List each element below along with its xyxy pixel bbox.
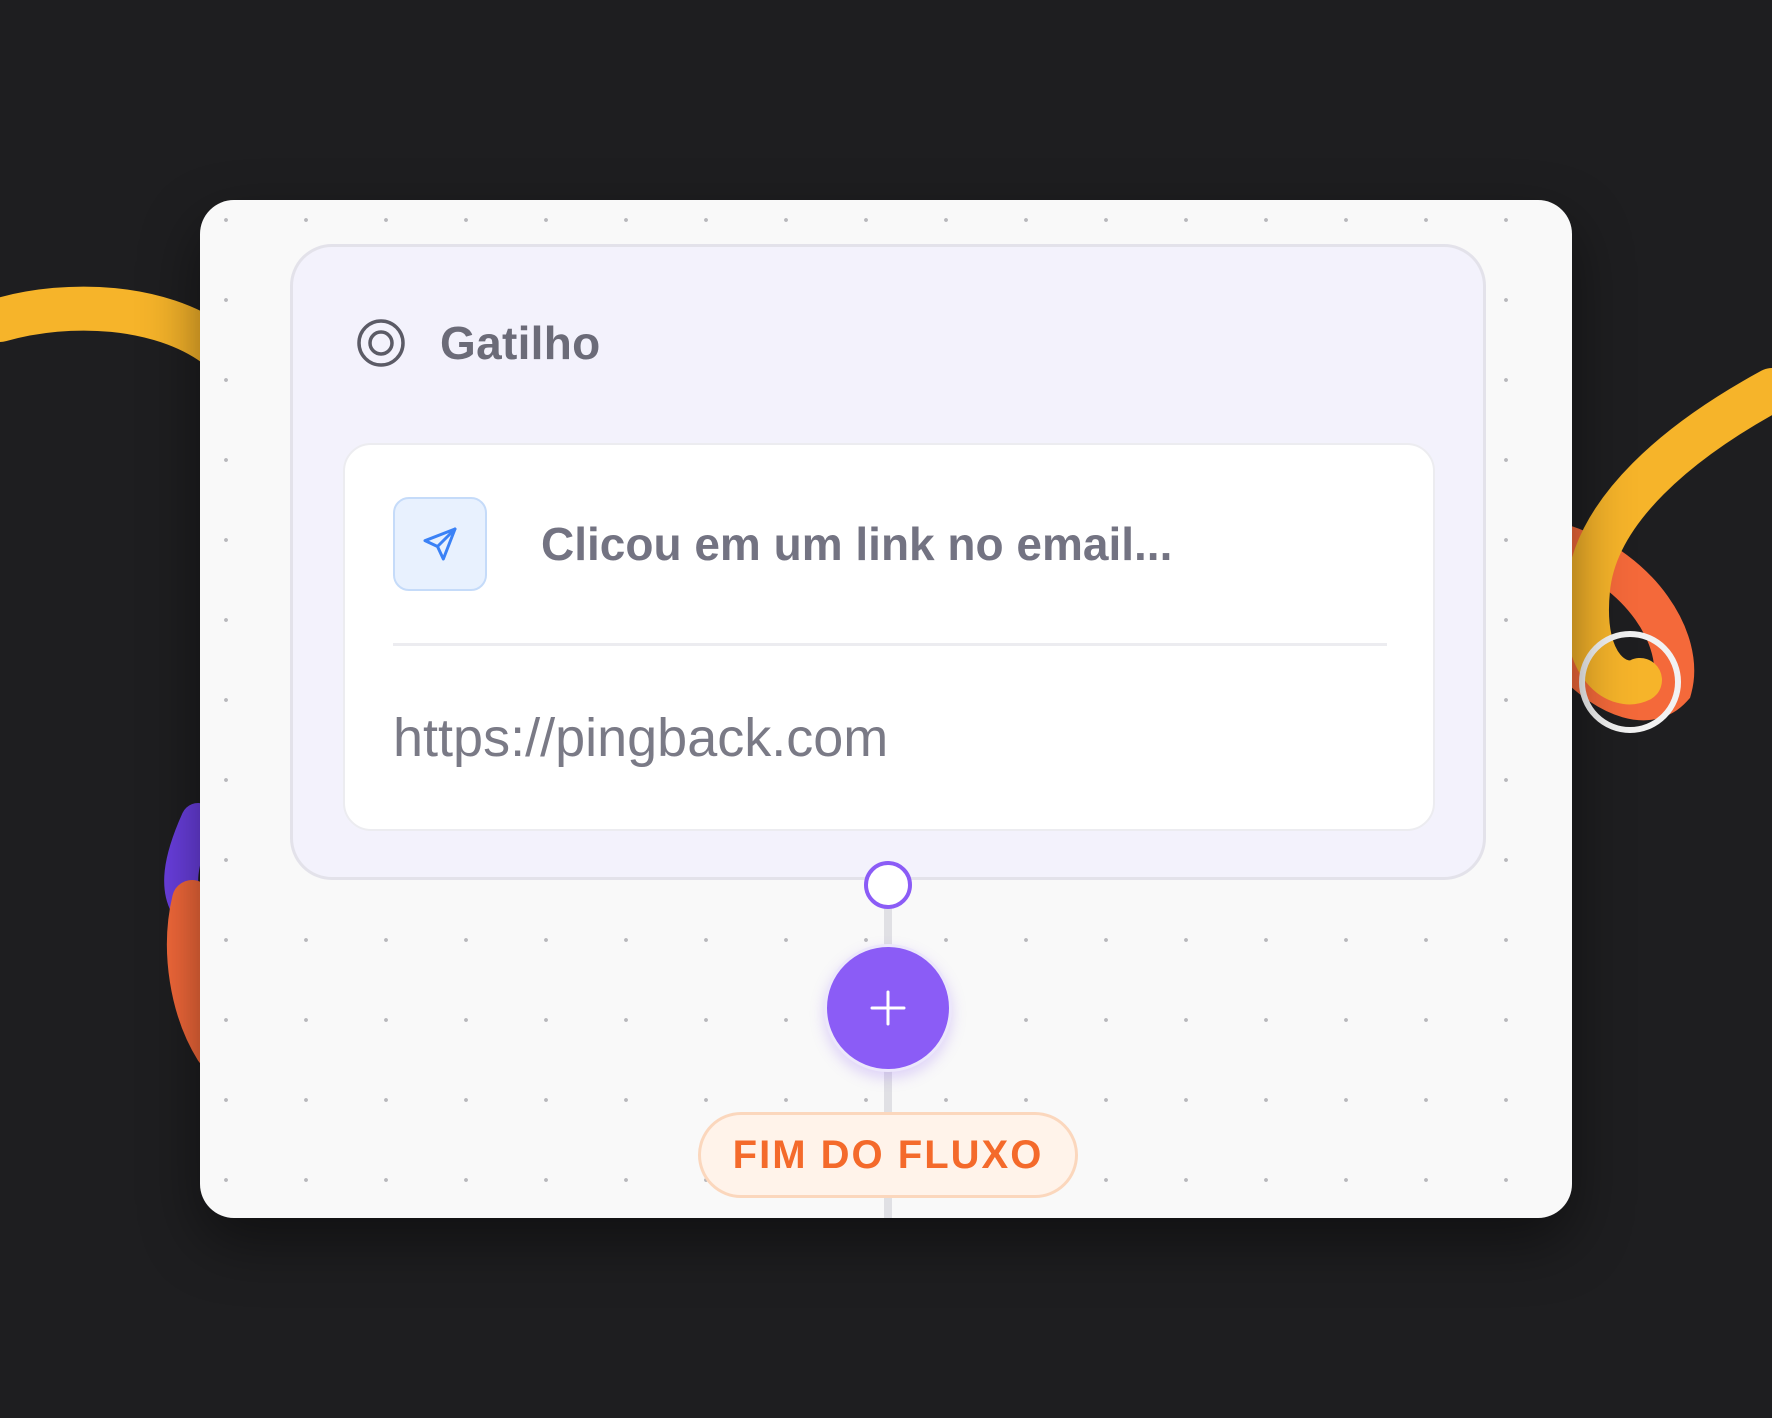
event-url: https://pingback.com [393, 708, 889, 768]
flow-canvas[interactable]: Gatilho Clicou em um link no email... ht… [200, 200, 1572, 1218]
trigger-event-card[interactable]: Clicou em um link no email... https://pi… [343, 443, 1435, 831]
target-icon [355, 317, 407, 369]
trigger-header: Gatilho [355, 315, 601, 371]
trigger-title: Gatilho [440, 317, 601, 369]
trigger-node[interactable]: Gatilho Clicou em um link no email... ht… [290, 244, 1486, 880]
add-step-button[interactable] [824, 944, 952, 1072]
send-icon [393, 497, 487, 591]
plus-icon [868, 988, 908, 1028]
output-port[interactable] [864, 861, 912, 909]
event-title: Clicou em um link no email... [541, 518, 1173, 570]
divider [393, 643, 1387, 646]
end-of-flow-label: FIM DO FLUXO [732, 1132, 1044, 1177]
end-of-flow-badge: FIM DO FLUXO [698, 1112, 1078, 1198]
